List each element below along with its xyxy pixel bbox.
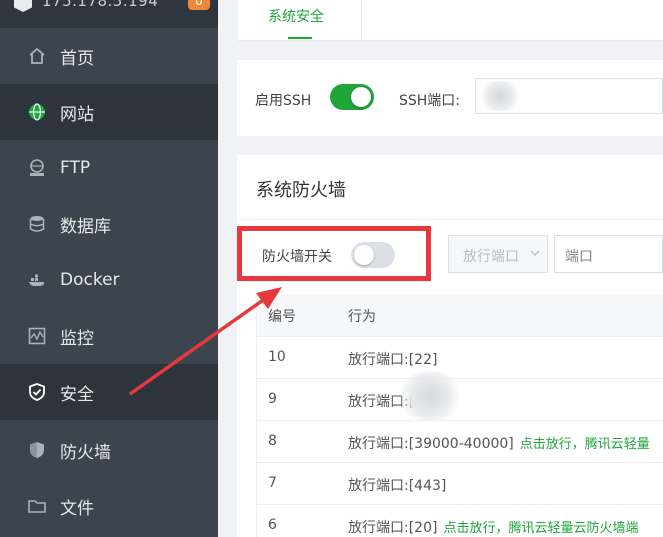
home-icon bbox=[26, 45, 48, 67]
shield-check-icon bbox=[26, 381, 48, 403]
sidebar-item-label: 首页 bbox=[60, 48, 94, 69]
logo-icon bbox=[14, 0, 32, 12]
ssh-port-input[interactable] bbox=[475, 78, 663, 114]
rule-action: 放行端口:[20] 点击放行，腾讯云轻量云防火墙端 bbox=[348, 517, 638, 537]
shield-icon bbox=[26, 439, 48, 461]
sidebar-item-website[interactable]: 网站 bbox=[0, 84, 218, 140]
server-ip: 175.178.5.194 bbox=[42, 0, 159, 10]
rule-id: 6 bbox=[268, 517, 277, 533]
table-row: 6 放行端口:[20] 点击放行，腾讯云轻量云防火墙端 bbox=[257, 505, 663, 537]
divider bbox=[237, 219, 663, 220]
rule-id: 9 bbox=[268, 391, 277, 407]
sidebar-item-label: 数据库 bbox=[60, 216, 111, 237]
sidebar-item-label: 监控 bbox=[60, 328, 94, 349]
globe-icon bbox=[26, 101, 48, 123]
chevron-down-icon bbox=[530, 250, 540, 256]
rule-type-value: 放行端口 bbox=[463, 249, 519, 265]
sidebar-item-label: 防火墙 bbox=[60, 442, 111, 463]
table-row: 8 放行端口:[39000-40000] 点击放行，腾讯云轻量 bbox=[257, 421, 663, 463]
rule-action-text: 放行端口:[39000-40000] bbox=[348, 436, 514, 452]
rule-action-text: 放行端口:[443] bbox=[348, 478, 447, 494]
rule-note[interactable]: 点击放行，腾讯云轻量云防火墙端 bbox=[443, 521, 638, 536]
rule-action: 放行端口:[443] bbox=[348, 475, 446, 495]
docker-icon bbox=[26, 269, 48, 291]
ssh-enable-label: 启用SSH bbox=[255, 93, 312, 109]
redacted-blur bbox=[397, 371, 463, 421]
firewall-rules-table: 编号 行为 10 放行端口:[22] 9 放行端口:[ 8 放行端口:[3900… bbox=[256, 294, 663, 537]
port-placeholder: 端口 bbox=[565, 249, 593, 265]
toggle-knob bbox=[351, 87, 371, 107]
rule-id: 10 bbox=[268, 349, 286, 365]
ftp-icon bbox=[26, 157, 48, 179]
port-input[interactable]: 端口 bbox=[554, 235, 663, 273]
sidebar-item-label: FTP bbox=[60, 158, 91, 178]
rule-action-text: 放行端口:[20] bbox=[348, 520, 438, 536]
rule-action-text: 放行端口:[22] bbox=[348, 352, 438, 368]
server-header: 175.178.5.194 0 bbox=[0, 0, 218, 28]
database-icon bbox=[26, 213, 48, 235]
sidebar-item-database[interactable]: 数据库 bbox=[0, 196, 218, 252]
table-row: 10 放行端口:[22] bbox=[257, 337, 663, 379]
active-tab-indicator bbox=[288, 37, 312, 39]
notification-badge[interactable]: 0 bbox=[188, 0, 210, 10]
rule-action: 放行端口:[22] bbox=[348, 349, 437, 369]
column-header-action: 行为 bbox=[348, 309, 376, 325]
ssh-port-label: SSH端口: bbox=[399, 93, 461, 109]
tab-label: 系统安全 bbox=[268, 9, 324, 25]
column-header-id: 编号 bbox=[268, 309, 296, 325]
sidebar: 175.178.5.194 0 首页 网站 FTP 数据库 Docker 监控 … bbox=[0, 0, 218, 537]
rule-type-select[interactable]: 放行端口 bbox=[448, 235, 548, 273]
sidebar-item-label: Docker bbox=[60, 270, 120, 290]
sidebar-item-security[interactable]: 安全 bbox=[0, 364, 218, 420]
sidebar-item-files[interactable]: 文件 bbox=[0, 478, 218, 534]
table-header: 编号 行为 bbox=[257, 294, 663, 337]
ssh-toggle[interactable] bbox=[330, 84, 374, 110]
sidebar-item-ftp[interactable]: FTP bbox=[0, 140, 218, 196]
tab-bar: 系统安全 bbox=[238, 0, 663, 40]
sidebar-item-monitor[interactable]: 监控 bbox=[0, 308, 218, 364]
sidebar-item-firewall[interactable]: 防火墙 bbox=[0, 422, 218, 478]
sidebar-item-label: 网站 bbox=[60, 104, 94, 125]
sidebar-item-home[interactable]: 首页 bbox=[0, 28, 218, 84]
monitor-icon bbox=[26, 325, 48, 347]
tab-system-security[interactable]: 系统安全 bbox=[238, 0, 362, 40]
rule-action: 放行端口:[39000-40000] 点击放行，腾讯云轻量 bbox=[348, 433, 650, 453]
rule-id: 7 bbox=[268, 475, 277, 491]
table-row: 9 放行端口:[ bbox=[257, 371, 663, 421]
table-row: 7 放行端口:[443] bbox=[257, 463, 663, 505]
ssh-settings-card: 启用SSH SSH端口: bbox=[237, 60, 663, 136]
firewall-title: 系统防火墙 bbox=[256, 180, 346, 201]
sidebar-item-label: 安全 bbox=[60, 384, 94, 405]
rule-note[interactable]: 点击放行，腾讯云轻量 bbox=[520, 437, 650, 452]
firewall-card: 系统防火墙 防火墙开关 放行端口 端口 编号 行为 10 放行端口:[22] 9… bbox=[237, 155, 663, 537]
highlight-annotation-box bbox=[237, 226, 431, 281]
sidebar-item-docker[interactable]: Docker bbox=[0, 252, 218, 308]
rule-id: 8 bbox=[268, 433, 277, 449]
folder-icon bbox=[26, 495, 48, 517]
sidebar-item-label: 文件 bbox=[60, 498, 94, 519]
redacted-blur bbox=[478, 81, 522, 111]
